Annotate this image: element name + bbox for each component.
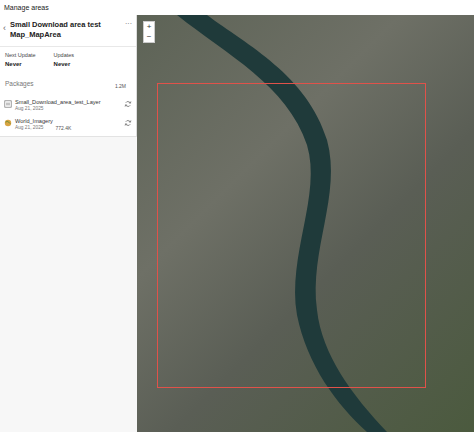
- update-info: Next Update NeverUpdates Never: [0, 47, 136, 72]
- area-title: Small Download area test Map_MapArea: [10, 20, 121, 40]
- package-name: World_Imagery: [15, 118, 121, 124]
- package-item[interactable]: 1.2M Small_Download_area_test_Layer Aug …: [0, 97, 136, 116]
- map-view[interactable]: +−: [137, 15, 474, 432]
- download-area-extent[interactable]: [157, 83, 426, 388]
- zoom-button[interactable]: +: [144, 22, 154, 32]
- info-label: Next Update: [5, 52, 36, 58]
- info-label: Updates: [54, 52, 75, 58]
- satellite-imagery: [137, 15, 474, 432]
- package-date: Aug 21, 2025: [15, 125, 44, 131]
- manage-areas-window: Manage areas ‹ Small Download area test …: [0, 0, 474, 432]
- zoom-control: +−: [143, 21, 155, 43]
- more-menu-button[interactable]: ···: [125, 20, 132, 27]
- title-bar: Manage areas: [0, 0, 474, 15]
- package-meta: Aug 21, 2025 772.4K: [15, 125, 121, 131]
- window-title: Manage areas: [4, 4, 49, 11]
- area-card: ‹ Small Download area test Map_MapArea ·…: [0, 15, 137, 137]
- info-value: Never: [5, 61, 36, 67]
- info-value: Never: [54, 61, 75, 67]
- package-date: Aug 21, 2025: [15, 106, 44, 111]
- globe-icon: [4, 119, 12, 127]
- layer-file-icon: [4, 100, 12, 108]
- sidebar: ‹ Small Download area test Map_MapArea ·…: [0, 15, 137, 432]
- package-meta: Aug 21, 2025: [15, 106, 121, 111]
- area-header: ‹ Small Download area test Map_MapArea ·…: [0, 15, 136, 47]
- sync-icon[interactable]: [124, 119, 132, 127]
- river-shape: [137, 15, 474, 432]
- package-name: Small_Download_area_test_Layer: [15, 99, 121, 105]
- info-field: Updates Never: [54, 52, 75, 67]
- package-item[interactable]: World_Imagery Aug 21, 2025 772.4K: [0, 116, 136, 136]
- sync-icon[interactable]: [124, 100, 132, 108]
- package-size: 772.4K: [56, 125, 72, 131]
- back-button[interactable]: ‹: [3, 20, 6, 33]
- package-size: 1.2M: [115, 83, 126, 89]
- info-field: Next Update Never: [5, 52, 36, 67]
- zoom-button[interactable]: −: [144, 32, 154, 42]
